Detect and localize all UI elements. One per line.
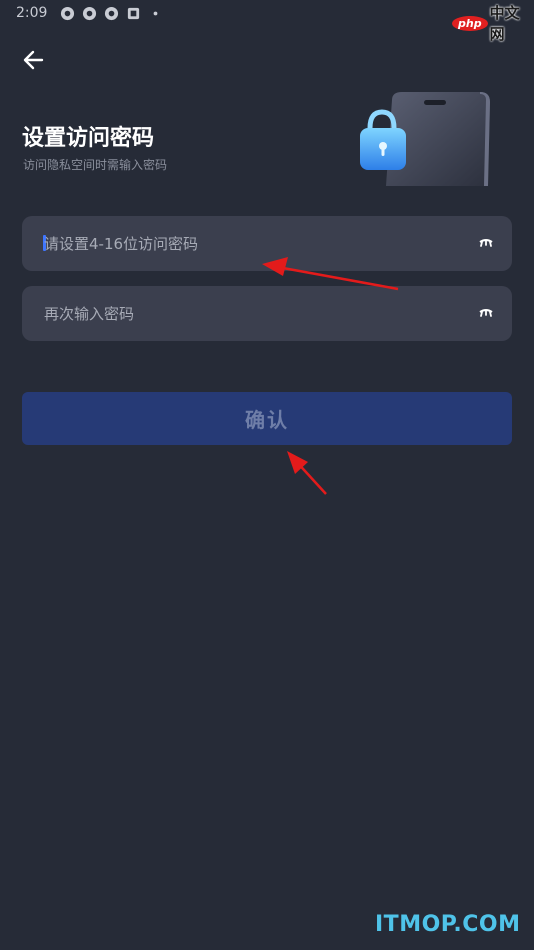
dot-icon xyxy=(153,11,158,16)
page-title: 设置访问密码 xyxy=(22,126,155,151)
back-arrow-icon[interactable] xyxy=(20,46,52,74)
eye-closed-icon[interactable] xyxy=(478,307,494,319)
watermark-logo: php xyxy=(452,15,488,31)
status-icons xyxy=(60,6,163,21)
notification-icon xyxy=(82,6,97,21)
notification-icon xyxy=(60,6,75,21)
watermark-text: 中文网 xyxy=(489,4,520,43)
confirm-password-field[interactable] xyxy=(22,286,512,341)
watermark-itmop: ITMOP.COM xyxy=(375,912,521,937)
page-subtitle: 访问隐私空间时需输入密码 xyxy=(23,158,168,172)
annotation-arrow-button xyxy=(287,451,327,495)
confirm-button[interactable]: 确认 xyxy=(22,392,512,445)
status-time: 2:09 xyxy=(16,5,48,21)
password-field[interactable] xyxy=(22,216,512,271)
watermark-php: php 中文网 xyxy=(452,2,534,44)
notification-icon xyxy=(104,6,119,21)
eye-closed-icon[interactable] xyxy=(478,237,494,249)
app-icon xyxy=(127,7,140,20)
confirm-password-input[interactable] xyxy=(44,286,454,341)
password-input[interactable] xyxy=(44,216,454,271)
lock-illustration-icon xyxy=(360,92,490,186)
